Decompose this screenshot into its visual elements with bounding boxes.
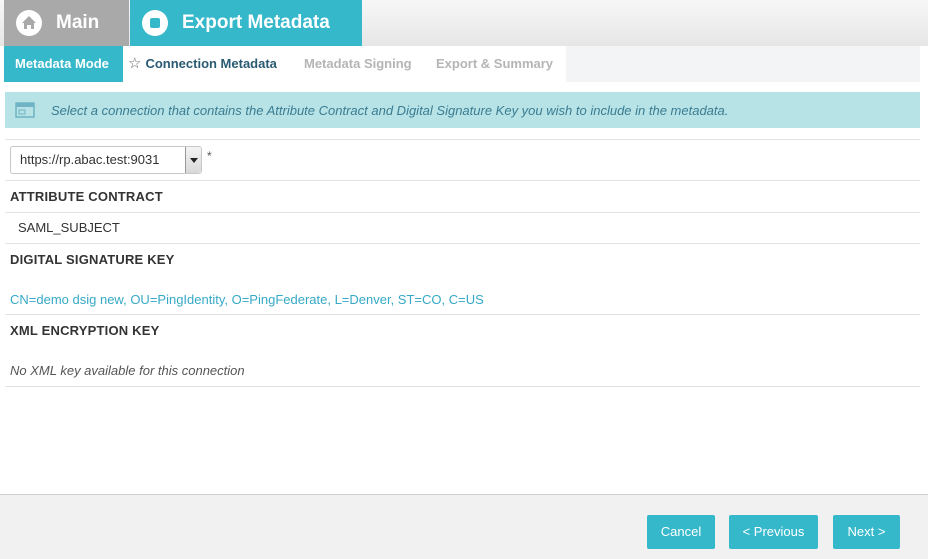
dropdown-arrow-icon[interactable] [185,147,201,173]
step-connection-label: Connection Metadata [145,56,277,71]
wizard-steps: Metadata Mode ☆ Connection Metadata Metad… [4,46,920,82]
tab-export-label: Export Metadata [182,12,330,33]
info-panel-icon [15,102,35,118]
required-marker: * [207,149,212,163]
digital-signature-link[interactable]: CN=demo dsig new, OU=PingIdentity, O=Pin… [10,292,484,307]
attribute-contract-heading: ATTRIBUTE CONTRACT [10,189,163,204]
xml-encryption-heading: XML ENCRYPTION KEY [10,323,160,338]
home-icon [16,10,42,36]
tab-main[interactable]: Main [4,0,129,46]
attribute-contract-value: SAML_SUBJECT [18,220,120,235]
xml-encryption-value: No XML key available for this connection [10,363,245,378]
step-metadata-mode[interactable]: Metadata Mode [4,46,123,82]
previous-button[interactable]: < Previous [729,515,818,549]
divider [5,314,920,315]
divider [5,139,920,140]
step-export-summary[interactable]: Export & Summary [436,46,553,82]
divider [5,243,920,244]
connection-select[interactable]: https://rp.abac.test:9031 [10,146,202,174]
next-button[interactable]: Next > [833,515,900,549]
stop-icon [142,10,168,36]
divider [5,386,920,387]
tab-main-label: Main [56,12,100,33]
banner-text: Select a connection that contains the At… [51,102,729,118]
step-metadata-signing[interactable]: Metadata Signing [304,46,412,82]
star-icon: ☆ [128,55,142,72]
tab-export-metadata[interactable]: Export Metadata [130,0,362,46]
connection-select-value: https://rp.abac.test:9031 [20,152,160,167]
info-banner: Select a connection that contains the At… [5,92,920,128]
divider [5,212,920,213]
step-connection-metadata[interactable]: ☆ Connection Metadata [128,46,277,82]
cancel-button[interactable]: Cancel [647,515,715,549]
divider [5,180,920,181]
digital-signature-heading: DIGITAL SIGNATURE KEY [10,252,175,267]
